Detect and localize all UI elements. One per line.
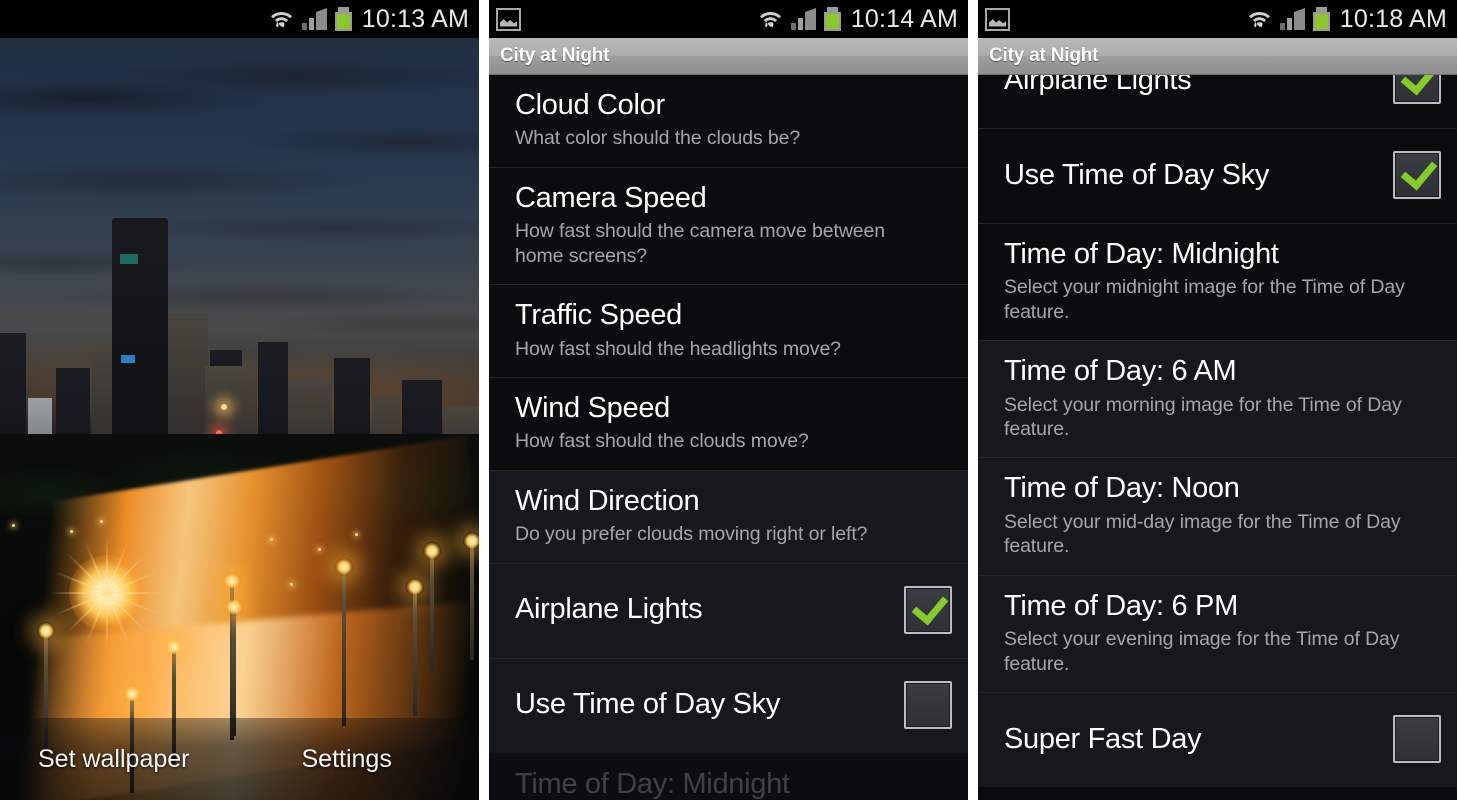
- panel-settings-scrolled: 10:18 AM City at Night Airplane Lights U…: [978, 0, 1457, 800]
- photo-icon: [496, 7, 521, 31]
- battery-icon: [334, 7, 352, 31]
- list-item-title: Time of Day: 6 AM: [1004, 355, 1237, 388]
- settings-list[interactable]: Airplane Lights Use Time of Day Sky Time…: [978, 34, 1457, 787]
- list-item-use-time-of-day-sky[interactable]: Use Time of Day Sky: [978, 128, 1457, 223]
- settings-list[interactable]: Cloud Color What color should the clouds…: [489, 75, 968, 800]
- use-time-of-day-sky-checkbox[interactable]: [904, 680, 952, 729]
- list-item-title: Time of Day: Midnight: [515, 767, 790, 800]
- photo-icon: [985, 7, 1010, 31]
- list-item-traffic-speed[interactable]: Traffic Speed How fast should the headli…: [489, 284, 968, 377]
- list-item-wind-speed[interactable]: Wind Speed How fast should the clouds mo…: [489, 376, 968, 470]
- title-bar: City at Night: [489, 38, 968, 75]
- status-bar-left: [496, 7, 521, 31]
- list-item-summary: Select your morning image for the Time o…: [1004, 393, 1402, 441]
- list-item-use-time-of-day-sky[interactable]: Use Time of Day Sky: [489, 657, 968, 753]
- list-item-wind-direction[interactable]: Wind Direction Do you prefer clouds movi…: [489, 469, 968, 563]
- signal-bars-icon: [1279, 8, 1305, 30]
- signal-bars-icon: [301, 8, 327, 30]
- list-item-airplane-lights[interactable]: Airplane Lights: [489, 562, 968, 658]
- list-item-summary: What color should the clouds be?: [515, 127, 801, 150]
- list-item-super-fast-day[interactable]: Super Fast Day: [978, 691, 1457, 787]
- list-item-summary: How fast should the headlights move?: [515, 337, 841, 360]
- list-item-time-of-day-6am[interactable]: Time of Day: 6 AM Select your morning im…: [978, 340, 1457, 458]
- street-lamp: [406, 578, 424, 716]
- battery-icon: [1312, 7, 1330, 31]
- status-bar-right: 10:13 AM: [269, 5, 469, 34]
- list-item-title: Wind Speed: [515, 391, 670, 424]
- list-item-time-of-day-midnight[interactable]: Time of Day: Midnight Select your midnig…: [978, 223, 1457, 341]
- list-item-summary: Do you prefer clouds moving right or lef…: [515, 523, 868, 546]
- list-item-time-of-day-midnight-partial[interactable]: Time of Day: Midnight: [489, 752, 968, 800]
- panel-settings-top: 10:14 AM City at Night Cloud Color What …: [489, 0, 968, 800]
- status-bar-right: 10:14 AM: [758, 5, 958, 34]
- street-lamp: [423, 542, 441, 670]
- panel-gap: [968, 0, 978, 800]
- list-item-summary: How fast should the camera move between …: [515, 220, 886, 267]
- title-bar: City at Night: [978, 38, 1457, 75]
- page-title: City at Night: [500, 45, 610, 66]
- settings-button[interactable]: Settings: [301, 745, 391, 774]
- list-item-summary: Select your mid-day image for the Time o…: [1004, 510, 1401, 558]
- live-wallpaper-preview[interactable]: Set wallpaper Settings: [0, 38, 479, 800]
- list-item-title: Super Fast Day: [1004, 722, 1202, 755]
- street-lamp: [463, 532, 479, 660]
- list-item-time-of-day-6pm[interactable]: Time of Day: 6 PM Select your evening im…: [978, 574, 1457, 692]
- list-item-camera-speed[interactable]: Camera Speed How fast should the camera …: [489, 166, 968, 285]
- list-item-time-of-day-noon[interactable]: Time of Day: Noon Select your mid-day im…: [978, 457, 1457, 575]
- use-time-of-day-sky-checkbox[interactable]: [1393, 151, 1441, 199]
- status-bar-clock: 10:18 AM: [1339, 4, 1447, 33]
- wifi-icon: [270, 12, 292, 28]
- status-bar: 10:13 AM: [0, 0, 479, 38]
- battery-icon: [823, 7, 841, 31]
- status-bar-clock: 10:13 AM: [361, 4, 469, 33]
- street-lamp: [335, 558, 353, 726]
- list-item-summary: Select your evening image for the Time o…: [1004, 628, 1400, 675]
- set-wallpaper-button[interactable]: Set wallpaper: [38, 745, 189, 774]
- panel-gap: [479, 0, 489, 800]
- list-item-summary: How fast should the clouds move?: [515, 430, 809, 453]
- three-screenshot-strip: 10:13 AM Set wallpaper Settings 10:14 AM…: [0, 0, 1458, 800]
- list-item-title: Wind Direction: [515, 484, 700, 517]
- list-item-title: Cloud Color: [515, 89, 665, 121]
- street-lamp: [225, 598, 243, 736]
- wifi-icon: [1248, 12, 1270, 28]
- status-bar: 10:18 AM: [978, 0, 1457, 38]
- list-item-title: Time of Day: 6 PM: [1004, 589, 1238, 622]
- super-fast-day-checkbox[interactable]: [1393, 714, 1441, 763]
- list-item-title: Use Time of Day Sky: [1004, 158, 1270, 191]
- status-bar: 10:14 AM: [489, 0, 968, 38]
- status-bar-clock: 10:14 AM: [850, 4, 958, 33]
- list-item-cloud-color[interactable]: Cloud Color What color should the clouds…: [489, 75, 968, 167]
- wifi-icon: [759, 12, 781, 28]
- list-item-title: Airplane Lights: [515, 593, 703, 626]
- signal-bars-icon: [790, 8, 816, 30]
- list-item-title: Traffic Speed: [515, 299, 682, 332]
- list-item-title: Use Time of Day Sky: [515, 688, 781, 721]
- list-item-title: Time of Day: Midnight: [1004, 238, 1279, 270]
- list-item-title: Camera Speed: [515, 181, 707, 214]
- panel-wallpaper-preview: 10:13 AM Set wallpaper Settings: [0, 0, 479, 800]
- airplane-lights-checkbox[interactable]: [904, 585, 952, 634]
- status-bar-right: 10:18 AM: [1247, 5, 1447, 34]
- list-item-title: Time of Day: Noon: [1004, 472, 1240, 505]
- page-title: City at Night: [989, 45, 1099, 66]
- wallpaper-action-bar: Set wallpaper Settings: [0, 718, 479, 800]
- list-item-summary: Select your midnight image for the Time …: [1004, 276, 1405, 323]
- status-bar-left: [985, 7, 1010, 31]
